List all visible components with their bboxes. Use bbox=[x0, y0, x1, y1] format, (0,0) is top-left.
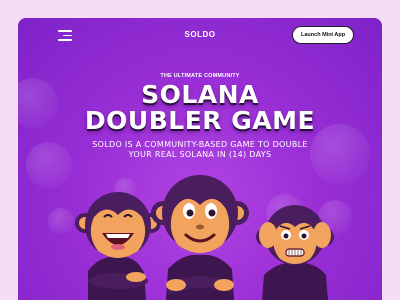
hero-title-line-1: SOLANA bbox=[141, 80, 259, 109]
worried-monkey-illustration bbox=[256, 205, 334, 300]
mascot-illustration bbox=[75, 175, 334, 300]
hero-frame: SOLDO Launch Mini App THE ULTIMATE COMMU… bbox=[18, 18, 382, 300]
laughing-monkey-illustration bbox=[75, 192, 161, 300]
hero-title: SOLANA DOUBLER GAME bbox=[18, 82, 382, 134]
top-nav: SOLDO Launch Mini App bbox=[18, 18, 382, 54]
hero-subtitle: SOLDO IS A COMMUNITY-BASED GAME TO DOUBL… bbox=[18, 140, 382, 160]
hero-subtitle-line-1: SOLDO IS A COMMUNITY-BASED GAME TO DOUBL… bbox=[92, 140, 308, 149]
hero-subtitle-line-2: YOUR REAL SOLANA IN (14) DAYS bbox=[128, 150, 272, 159]
hero-eyebrow: THE ULTIMATE COMMUNITY bbox=[160, 73, 240, 79]
hero-title-line-2: DOUBLER GAME bbox=[84, 106, 316, 135]
launch-mini-app-button[interactable]: Launch Mini App bbox=[292, 26, 355, 44]
smiling-monkey-illustration bbox=[151, 175, 249, 300]
